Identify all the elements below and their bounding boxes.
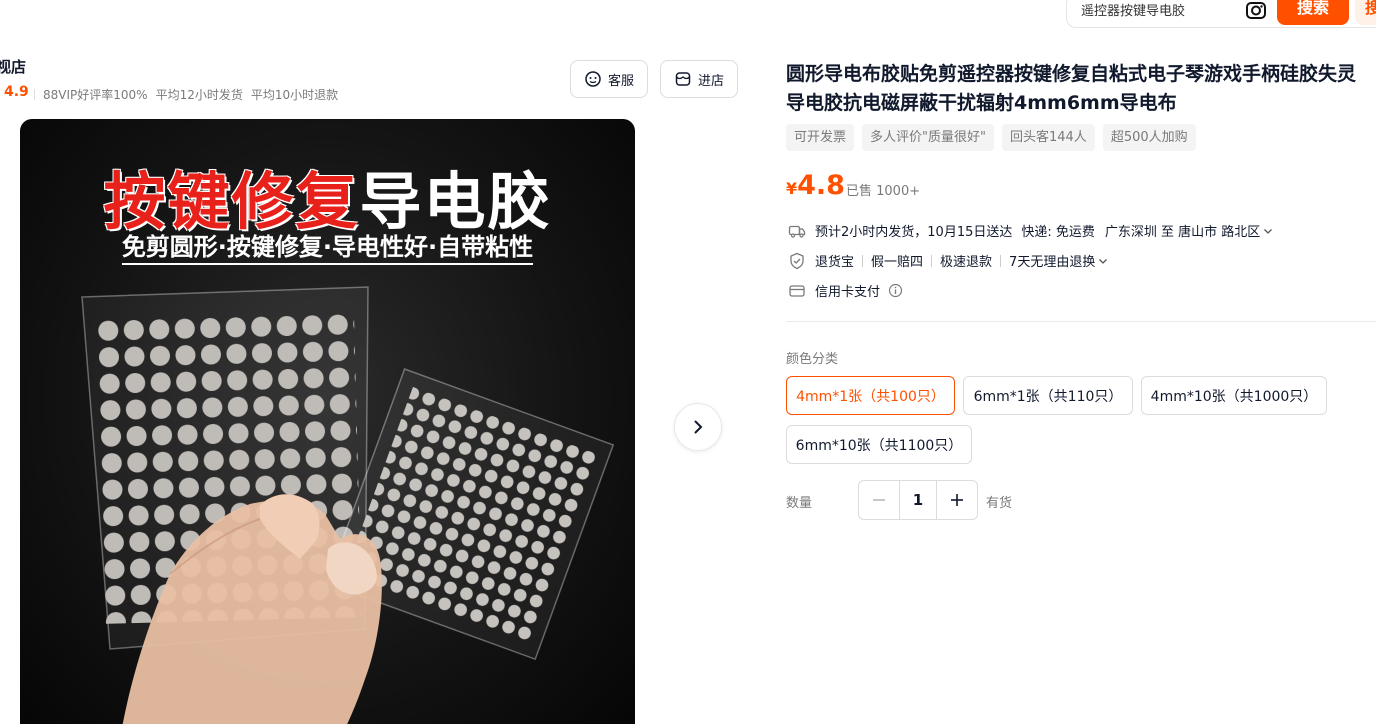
option-6mm-1[interactable]: 6mm*1张（共110只） — [963, 376, 1133, 415]
option-4mm-1[interactable]: 4mm*1张（共100只） — [786, 376, 955, 415]
tag-reviews[interactable]: 多人评价"质量很好" — [862, 124, 994, 151]
divider — [931, 254, 933, 267]
chevron-down-icon[interactable] — [1097, 255, 1109, 267]
minus-icon — [873, 499, 885, 501]
camera-icon[interactable] — [1245, 0, 1267, 21]
shop-stats: 88VIP好评率100% 平均12小时发货 平均10小时退款 — [34, 86, 338, 103]
tag-invoice: 可开发票 — [786, 124, 855, 151]
tag-add-to-cart: 超500人加购 — [1102, 124, 1196, 151]
image-subtitle: 免剪圆形·按键修复·导电性好·自带粘性 — [20, 227, 635, 265]
plus-icon — [951, 494, 963, 506]
search-box: 搜索 搜 — [1066, 0, 1376, 28]
service-icon — [585, 71, 601, 87]
delivery-route[interactable]: 广东深圳 至 唐山市 路北区 — [1105, 221, 1260, 240]
credit-card-icon — [789, 284, 805, 297]
shop-name[interactable]: 视店 — [0, 56, 26, 77]
search-input[interactable] — [1081, 2, 1231, 17]
product-tags: 可开发票 多人评价"质量很好" 回头客144人 超500人加购 — [786, 124, 1196, 151]
option-label: 颜色分类 — [786, 352, 839, 367]
guarantee-counterfeit: 假一赔四 — [871, 255, 924, 270]
enter-shop-button[interactable]: 进店 — [660, 60, 738, 98]
shipping-fee: 快递: 免运费 — [1021, 225, 1095, 240]
shop-stat-vip: 88VIP好评率100% — [43, 88, 148, 102]
sold-count: 已售 1000+ — [846, 184, 921, 199]
quantity-stepper: 1 — [858, 480, 978, 520]
chevron-right-icon — [694, 420, 703, 434]
enter-shop-label: 进店 — [697, 73, 724, 89]
quantity-decrease-button[interactable] — [859, 481, 899, 519]
option-6mm-10[interactable]: 6mm*10张（共1100只） — [786, 425, 972, 464]
guarantee-row: 退货宝 假一赔四 极速退款 7天无理由退换 — [788, 251, 1109, 270]
guarantee-7day-return[interactable]: 7天无理由退换 — [1009, 251, 1095, 270]
quantity-label: 数量 — [786, 496, 813, 511]
info-icon[interactable] — [888, 283, 903, 298]
delivery-time: 预计2小时内发货，10月15日送达 — [815, 225, 1013, 240]
tag-repeat-buyers: 回头客144人 — [1001, 124, 1095, 151]
shop-stat-refund: 平均10小时退款 — [250, 88, 339, 102]
quantity-input[interactable]: 1 — [899, 481, 937, 519]
divider — [862, 254, 864, 267]
payment-row: 信用卡支付 — [788, 281, 903, 300]
divider — [1000, 254, 1002, 267]
price: ¥4.8 — [786, 170, 845, 201]
divider — [34, 89, 35, 100]
guarantee-return-insurance: 退货宝 — [815, 255, 855, 270]
truck-icon — [788, 225, 806, 238]
shop-stat-shipping: 平均12小时发货 — [155, 88, 243, 102]
image-subtitle-text: 免剪圆形·按键修复·导电性好·自带粘性 — [121, 233, 534, 265]
chevron-down-icon[interactable] — [1262, 225, 1274, 237]
guarantee-fast-refund: 极速退款 — [940, 255, 993, 270]
option-4mm-10[interactable]: 4mm*10张（共1000只） — [1141, 376, 1327, 415]
product-main-image[interactable]: 按键修复导电胶 免剪圆形·按键修复·导电性好·自带粘性 — [20, 119, 635, 724]
product-title-line2: 导电胶抗电磁屏蔽干扰辐射4mm6mm导电布 — [786, 92, 1177, 114]
customer-service-button[interactable]: 客服 — [570, 60, 648, 98]
currency-symbol: ¥ — [786, 179, 798, 198]
search-button[interactable]: 搜索 — [1277, 0, 1349, 25]
payment-method: 信用卡支付 — [815, 285, 881, 300]
shield-icon — [790, 252, 804, 269]
price-value: 4.8 — [797, 170, 845, 201]
section-divider — [786, 321, 1376, 322]
search-button-secondary[interactable]: 搜 — [1355, 0, 1376, 25]
next-image-button[interactable] — [674, 403, 722, 451]
service-label: 客服 — [607, 73, 634, 89]
shop-rating: 4.9 — [4, 84, 29, 100]
quantity-increase-button[interactable] — [937, 481, 977, 519]
delivery-row: 预计2小时内发货，10月15日送达 快递: 免运费 广东深圳 至 唐山市 路北区 — [788, 221, 1274, 240]
stock-status: 有货 — [986, 496, 1013, 511]
product-title-line1: 圆形导电布胶贴免剪遥控器按键修复自粘式电子琴游戏手柄硅胶失灵 — [786, 63, 1357, 85]
shop-icon — [675, 72, 691, 86]
product-title: 圆形导电布胶贴免剪遥控器按键修复自粘式电子琴游戏手柄硅胶失灵 导电胶抗电磁屏蔽干… — [786, 60, 1376, 118]
